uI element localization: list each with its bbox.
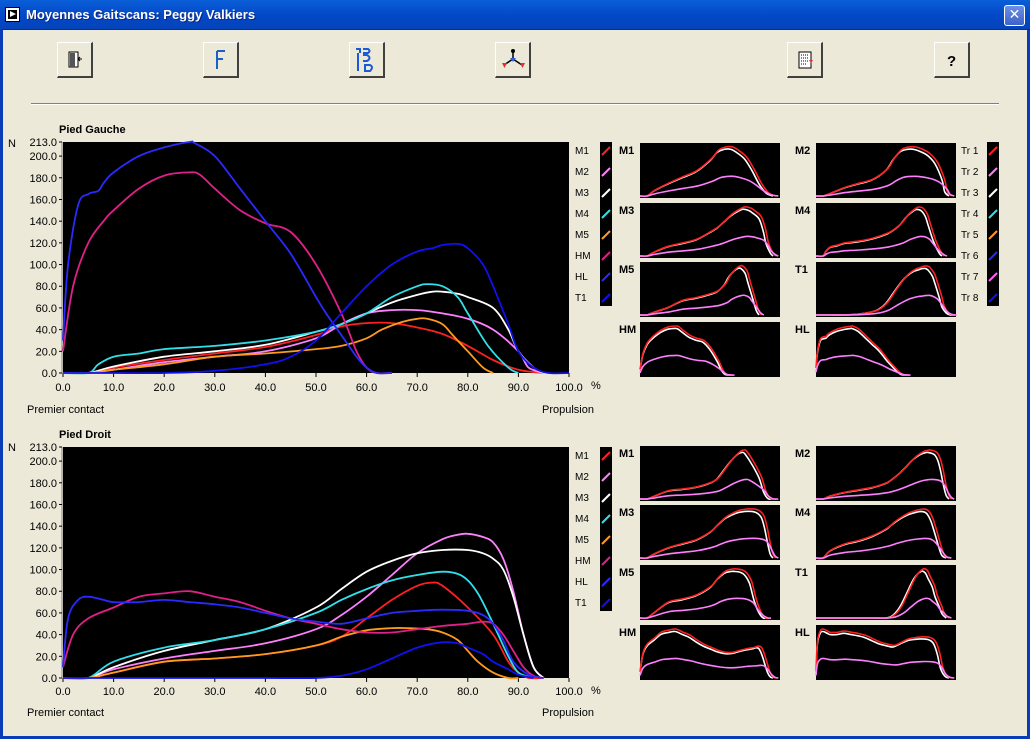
right-start-label: Premier contact [27,707,105,719]
left-y-unit: N [8,138,16,150]
right-foot-title: Pied Droit [59,429,111,441]
switch-foot-button[interactable] [349,42,385,78]
window-frame [0,30,1030,739]
graph-options-button[interactable] [495,42,531,78]
graph-tree-icon [502,49,525,68]
left-start-label: Premier contact [27,404,105,416]
left-x-unit: % [591,380,601,392]
exit-icon [68,51,82,68]
help-icon: ? [947,53,956,70]
labview-app-icon [5,7,20,22]
right-y-unit: N [8,442,16,454]
exit-button[interactable] [57,42,93,78]
svg-text:?: ? [947,53,956,70]
title-bar: Moyennes Gaitscans: Peggy Valkiers ✕ [0,0,1030,30]
right-end-label: Propulsion [542,707,594,719]
print-button[interactable] [787,42,823,78]
foot-switch-icon [356,48,373,72]
print-icon [798,51,813,69]
f-icon [216,50,225,69]
toolbar-separator [31,103,999,105]
f-button[interactable] [203,42,239,78]
help-button[interactable]: ? [934,42,970,78]
left-end-label: Propulsion [542,404,594,416]
right-x-unit: % [591,685,601,697]
window-title: Moyennes Gaitscans: Peggy Valkiers [26,7,256,22]
close-button[interactable]: ✕ [1004,5,1025,26]
left-foot-title: Pied Gauche [59,124,126,136]
